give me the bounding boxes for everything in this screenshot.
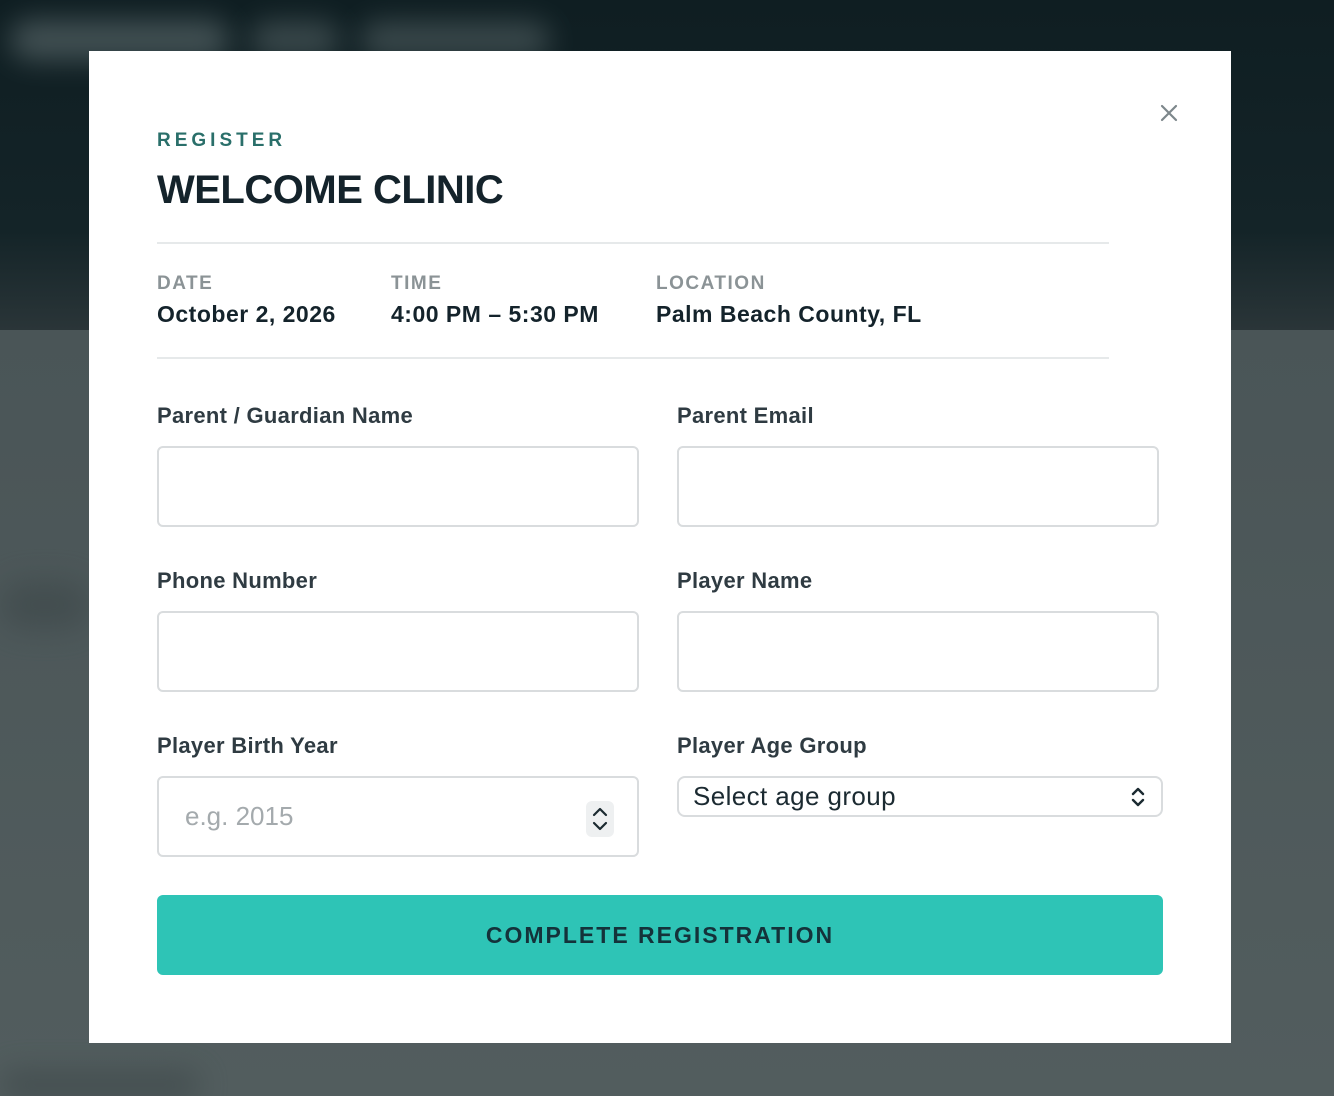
parent-email-label: Parent Email xyxy=(677,403,814,428)
backdrop-blur xyxy=(0,580,90,630)
event-location: LOCATION Palm Beach County, FL xyxy=(656,273,922,328)
event-time-value: 4:00 PM – 5:30 PM xyxy=(391,301,599,327)
event-location-value: Palm Beach County, FL xyxy=(656,301,922,327)
parent-email-input[interactable] xyxy=(677,446,1159,527)
player-name-label: Player Name xyxy=(677,568,813,593)
age-group-select[interactable]: Select age group xyxy=(677,776,1163,817)
divider xyxy=(157,242,1109,244)
event-date-label: DATE xyxy=(157,273,214,294)
birth-year-stepper[interactable] xyxy=(586,801,614,837)
birth-year-input[interactable] xyxy=(157,776,639,857)
event-date: DATE October 2, 2026 xyxy=(157,273,336,328)
complete-registration-button[interactable]: COMPLETE REGISTRATION xyxy=(157,895,1163,975)
chevron-up-down-icon xyxy=(1131,787,1145,806)
divider xyxy=(157,357,1109,359)
age-group-label: Player Age Group xyxy=(677,733,867,758)
close-button[interactable] xyxy=(1157,101,1181,125)
event-date-value: October 2, 2026 xyxy=(157,301,336,327)
backdrop-blur xyxy=(0,1070,200,1096)
event-time-label: TIME xyxy=(391,273,443,294)
phone-label: Phone Number xyxy=(157,568,318,593)
parent-name-label: Parent / Guardian Name xyxy=(157,403,414,428)
phone-input[interactable] xyxy=(157,611,639,692)
player-name-input[interactable] xyxy=(677,611,1159,692)
age-group-selected: Select age group xyxy=(693,781,896,811)
close-icon xyxy=(1160,104,1178,122)
modal-eyebrow: REGISTER xyxy=(157,130,287,151)
event-time: TIME 4:00 PM – 5:30 PM xyxy=(391,273,599,328)
event-location-label: LOCATION xyxy=(656,273,766,294)
modal-title: WELCOME CLINIC xyxy=(157,168,504,212)
chevron-up-down-icon xyxy=(592,807,608,831)
birth-year-label: Player Birth Year xyxy=(157,733,338,758)
parent-name-input[interactable] xyxy=(157,446,639,527)
